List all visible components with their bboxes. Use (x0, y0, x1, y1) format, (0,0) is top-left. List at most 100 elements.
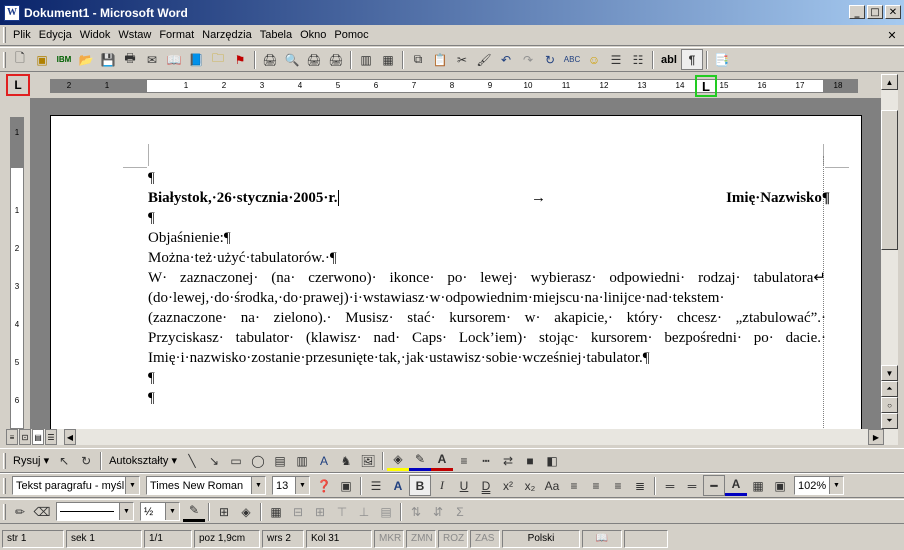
arrow-icon[interactable]: ↘ (203, 450, 225, 471)
scroll-left-button[interactable]: ◀ (64, 429, 76, 445)
menu-pomoc[interactable]: Pomoc (330, 26, 372, 45)
toolbar-grip[interactable] (3, 477, 6, 494)
show-hide-button[interactable]: ¶ (680, 49, 703, 70)
font-color-icon[interactable]: A (430, 450, 453, 471)
paste-icon[interactable]: 📋 (429, 49, 451, 70)
folder-icon[interactable]: 🗀 (207, 49, 229, 70)
superscript-icon[interactable]: x² (497, 475, 519, 496)
bulleted-list-icon[interactable]: ☷ (627, 49, 649, 70)
template-icon[interactable]: ▣ (31, 49, 53, 70)
status-ext[interactable]: ROZ (438, 530, 468, 548)
text-direction-icon[interactable]: ⇅ (405, 501, 427, 522)
reading-layout-icon[interactable]: ▣ (769, 475, 791, 496)
line-icon[interactable]: ╲ (181, 450, 203, 471)
menu-okno[interactable]: Okno (296, 26, 330, 45)
style-dropdown[interactable]: Tekst paragrafu - myślr ▼ (12, 476, 140, 495)
merge-cells-icon[interactable]: ⊟ (287, 501, 309, 522)
vertical-textbox-icon[interactable]: ▥ (291, 450, 313, 471)
distribute-icon[interactable]: ⊥ (353, 501, 375, 522)
align-center-icon[interactable]: ≡ (585, 475, 607, 496)
line-color-icon[interactable]: ✎ (408, 450, 431, 471)
borders-icon[interactable]: ⊞ (213, 501, 235, 522)
menu-wstaw[interactable]: Wstaw (114, 26, 155, 45)
font-dropdown[interactable]: Times New Roman ▼ (146, 476, 266, 495)
3d-icon[interactable]: ◧ (541, 450, 563, 471)
border-icon[interactable]: ━ (703, 475, 725, 496)
format-painter-icon[interactable]: 🖌 (473, 49, 495, 70)
status-language[interactable]: Polski (502, 530, 580, 548)
document-area[interactable]: ¶ Białystok,·26·stycznia·2005·r. → Imię·… (30, 98, 881, 429)
document-close-button[interactable]: ✕ (884, 28, 900, 42)
zoom-dropdown[interactable]: 102% ▼ (794, 476, 844, 495)
scroll-right-button[interactable]: ▶ (868, 429, 884, 445)
refresh-icon[interactable]: ↻ (539, 49, 561, 70)
menu-tabela[interactable]: Tabela (256, 26, 296, 45)
previous-page-button[interactable]: ⏶ (881, 381, 898, 397)
font-size-dropdown[interactable]: 13 ▼ (272, 476, 310, 495)
clipart-icon[interactable]: ♞ (335, 450, 357, 471)
vertical-scrollbar[interactable]: ▲ ▼ ⏶ ○ ⏷ (881, 74, 898, 429)
split-cells-icon[interactable]: ⊞ (309, 501, 331, 522)
line-spacing-icon[interactable]: ═ (659, 475, 681, 496)
research-icon[interactable]: 📑 (711, 49, 733, 70)
next-page-button[interactable]: ⏷ (881, 413, 898, 429)
minimize-button[interactable]: _ (849, 5, 865, 19)
subscript-icon[interactable]: x₂ (519, 475, 541, 496)
draw-table-icon[interactable]: ✏ (9, 501, 31, 522)
close-button[interactable]: ✕ (885, 5, 901, 19)
style-sample-button[interactable]: abl (657, 54, 681, 66)
spelling-status-icon[interactable]: 📖 (582, 530, 622, 548)
help-icon[interactable]: ❓ (313, 475, 335, 496)
open-icon[interactable]: 📂 (75, 49, 97, 70)
autosum-icon[interactable]: Σ (449, 501, 471, 522)
permission-icon[interactable]: 🖶 (119, 49, 141, 70)
underline-icon[interactable]: U (453, 475, 475, 496)
spelling-icon[interactable]: ABC (561, 49, 583, 70)
sort-icon[interactable]: ⇵ (427, 501, 449, 522)
autoshapes-menu-button[interactable]: Autokształty ▾ (105, 454, 181, 467)
menu-format[interactable]: Format (155, 26, 198, 45)
frame-icon[interactable]: ▦ (377, 49, 399, 70)
undo-icon[interactable]: ↶ (495, 49, 517, 70)
copy-icon[interactable]: ⧉ (407, 49, 429, 70)
select-objects-icon[interactable]: ↖ (53, 450, 75, 471)
wordart-icon[interactable]: A (313, 450, 335, 471)
rotate-icon[interactable]: ↻ (75, 450, 97, 471)
arrow-style-icon[interactable]: ⇄ (497, 450, 519, 471)
outline-view-button[interactable]: ☰ (45, 429, 57, 445)
shading-icon[interactable]: ◈ (235, 501, 257, 522)
scroll-up-button[interactable]: ▲ (881, 74, 898, 90)
eraser-icon[interactable]: ⌫ (31, 501, 53, 522)
shadow-icon[interactable]: ■ (519, 450, 541, 471)
dash-style-icon[interactable]: ┅ (475, 450, 497, 471)
vertical-ruler[interactable]: 1 1 2 3 4 5 6 (10, 117, 24, 429)
smiley-icon[interactable]: ☺ (583, 49, 605, 70)
status-rec[interactable]: MKR (374, 530, 404, 548)
print-layout-button[interactable]: ▤ (32, 429, 44, 445)
spacing-icon[interactable]: ═ (681, 475, 703, 496)
bold-icon[interactable]: B (409, 475, 431, 496)
menu-plik[interactable]: Plik (9, 26, 35, 45)
toolbar-grip[interactable] (3, 503, 6, 520)
autoformat-icon[interactable]: ▤ (375, 501, 397, 522)
menu-narzedzia[interactable]: Narzędzia (198, 26, 256, 45)
line-style-icon[interactable]: ≡ (453, 450, 475, 471)
browse-object-button[interactable]: ○ (881, 397, 898, 413)
scroll-thumb[interactable] (881, 110, 898, 250)
macro-icon[interactable]: ⚑ (229, 49, 251, 70)
justify-icon[interactable]: ≣ (629, 475, 651, 496)
draw-menu-button[interactable]: Rysuj ▾ (9, 454, 53, 467)
word-icon[interactable]: W (4, 4, 20, 21)
menu-widok[interactable]: Widok (76, 26, 115, 45)
print-preview-icon[interactable]: 🔍 (281, 49, 303, 70)
picture-icon[interactable]: 🖼 (357, 450, 379, 471)
save-icon[interactable]: 💾 (97, 49, 119, 70)
toolbar-grip[interactable] (3, 51, 6, 68)
text-color-icon[interactable]: A (725, 475, 747, 496)
cut-icon[interactable]: ✂ (451, 49, 473, 70)
paragraph-style-icon[interactable]: ☰ (365, 475, 387, 496)
menu-grip[interactable] (3, 27, 6, 43)
line-weight-dropdown[interactable]: ½ ▼ (140, 502, 180, 521)
status-ovr[interactable]: ZAS (470, 530, 500, 548)
status-trk[interactable]: ZMN (406, 530, 436, 548)
